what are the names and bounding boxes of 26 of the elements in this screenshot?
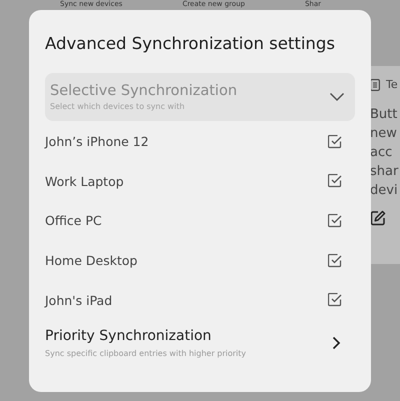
chevron-right-icon bbox=[332, 336, 341, 350]
dialog-title: Advanced Synchronization settings bbox=[45, 34, 336, 53]
checkbox[interactable] bbox=[328, 174, 342, 188]
priority-title: Priority Synchronization bbox=[45, 328, 212, 344]
device-name: John’s iPhone 12 bbox=[45, 134, 149, 150]
checkbox[interactable] bbox=[328, 254, 342, 268]
card-text: shar bbox=[370, 163, 400, 181]
device-name: John's iPad bbox=[45, 292, 112, 308]
card-title: Te bbox=[386, 78, 398, 91]
device-name: Office PC bbox=[45, 213, 102, 228]
device-name: Work Laptop bbox=[45, 174, 124, 189]
edit-icon[interactable] bbox=[370, 210, 386, 226]
card-text: Butt bbox=[370, 106, 398, 124]
priority-subtitle: Sync specific clipboard entries with higher priority bbox=[45, 348, 248, 358]
card-text: acc bbox=[370, 144, 394, 162]
checkbox[interactable] bbox=[328, 214, 342, 228]
dropdown-title: Selective Synchronization bbox=[50, 83, 238, 99]
document-icon bbox=[370, 78, 380, 90]
checkbox[interactable] bbox=[328, 134, 342, 149]
card-text: new bbox=[370, 125, 398, 143]
priority-sync-item[interactable]: Priority Synchronization Sync specific clipboard entries with higher priority bbox=[45, 328, 355, 358]
device-name: Home Desktop bbox=[45, 253, 138, 268]
selective-sync-dropdown[interactable]: Selective Synchronization Select which devices to sync with bbox=[45, 73, 355, 121]
dropdown-subtitle: Select which devices to sync with bbox=[50, 102, 186, 111]
card-text: devi bbox=[370, 182, 399, 200]
checkbox[interactable] bbox=[328, 293, 342, 308]
